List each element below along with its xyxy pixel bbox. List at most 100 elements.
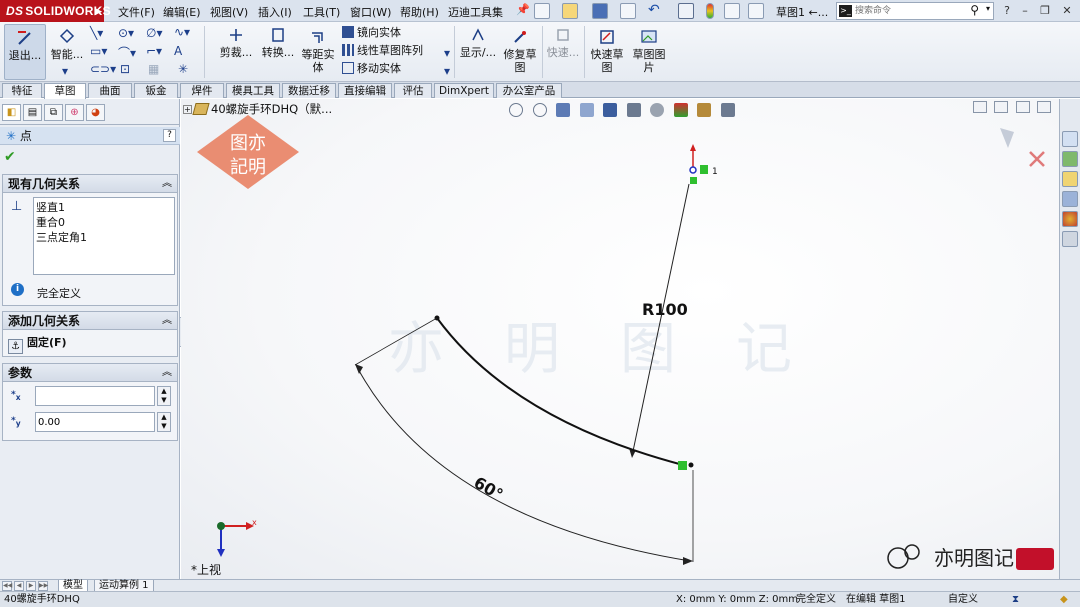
select-cursor-icon[interactable] <box>678 3 694 19</box>
print-icon[interactable] <box>620 3 636 19</box>
display-manager-tab-icon[interactable]: ◕ <box>86 104 105 121</box>
curve-tool-icon[interactable]: ∿▾ <box>174 25 190 39</box>
search-commands-box[interactable]: >_ ⚲ ▾ <box>836 2 994 20</box>
file-properties-icon[interactable] <box>724 3 740 19</box>
menu-file[interactable]: 文件(F) <box>118 4 155 20</box>
feature-tree-tab-icon[interactable]: ◧ <box>2 104 21 121</box>
tab-surfaces[interactable]: 曲面 <box>88 83 132 98</box>
pin-icon[interactable]: 📌 <box>516 3 530 16</box>
tab-sheet-metal[interactable]: 钣金 <box>134 83 178 98</box>
confirmation-corner[interactable] <box>1000 128 1045 167</box>
exit-sketch-button[interactable]: 退出... <box>4 24 46 80</box>
minimize-button[interactable]: – <box>1016 3 1034 18</box>
repair-sketch-button[interactable]: 修复草 图 <box>502 28 538 74</box>
search-input[interactable] <box>855 4 967 18</box>
search-icon[interactable]: ⚲ <box>970 3 979 17</box>
open-folder-icon[interactable] <box>562 3 578 19</box>
tab-mold-tools[interactable]: 模具工具 <box>226 83 280 98</box>
status-rebuild-icon[interactable]: ⧗ <box>1012 592 1019 607</box>
graphics-area[interactable]: 图亦 記明 +40螺旋手环DHQ（默... 亦明图记 1 R100 60° x … <box>181 99 1059 579</box>
file-explorer-icon[interactable] <box>1062 171 1078 187</box>
tab-direct-editing[interactable]: 直接编辑 <box>338 83 392 98</box>
solidworks-resources-icon[interactable] <box>1062 131 1078 147</box>
undo-icon[interactable]: ↶ <box>648 3 664 19</box>
tab-features[interactable]: 特征 <box>2 83 42 98</box>
configuration-manager-tab-icon[interactable]: ⧉ <box>44 104 63 121</box>
tab-evaluate[interactable]: 评估 <box>394 83 432 98</box>
restore-button[interactable]: ❐ <box>1036 3 1054 18</box>
custom-properties-icon[interactable] <box>1062 231 1078 247</box>
menu-window[interactable]: 窗口(W) <box>350 4 391 20</box>
angle-dimension-label[interactable]: 60° <box>471 473 507 505</box>
new-document-icon[interactable] <box>534 3 550 19</box>
dropdown-arrow-icon[interactable]: ▾ <box>62 64 68 78</box>
pattern-dropdown-icon[interactable]: ▾ <box>444 46 450 60</box>
property-manager-tab-icon[interactable]: ▤ <box>23 104 42 121</box>
y-coordinate-input[interactable] <box>35 412 155 432</box>
tab-data-migration[interactable]: 数据迁移 <box>282 83 336 98</box>
ok-check-icon[interactable]: ✔ <box>4 149 16 165</box>
point-tool-icon[interactable]: ⊡ <box>120 62 130 76</box>
offset-entities-button[interactable]: 等距实 体 <box>300 28 336 74</box>
text-tool-icon[interactable]: A <box>174 44 182 58</box>
prev-tab-arrow-icon[interactable]: ◀ <box>14 581 24 591</box>
move-dropdown-icon[interactable]: ▾ <box>444 64 450 78</box>
options-gear-icon[interactable] <box>748 3 764 19</box>
trim-entities-button[interactable]: 剪裁... <box>214 26 258 59</box>
fix-relation-button[interactable]: ⚓ 固定(F) <box>8 334 67 354</box>
relations-list[interactable]: 竖直1 重合0 三点定角1 <box>33 197 175 275</box>
tab-sketch[interactable]: 草图 <box>44 83 86 99</box>
help-icon[interactable]: ? <box>163 129 176 142</box>
status-help-icon[interactable]: ◆ <box>1060 592 1068 607</box>
slot-tool-icon[interactable]: ⊂⊃▾ <box>90 62 116 76</box>
sketch-picture-button[interactable]: 草图图 片 <box>630 28 668 74</box>
linear-pattern-button[interactable]: 线性草图阵列 <box>342 44 423 58</box>
menu-insert[interactable]: 插入(I) <box>258 4 292 20</box>
arc-end-point[interactable] <box>688 462 694 468</box>
search-dropdown-icon[interactable]: ▾ <box>986 4 990 13</box>
tab-office-products[interactable]: 办公室产品 <box>496 83 562 98</box>
top-point[interactable] <box>689 166 697 174</box>
convert-entities-button[interactable]: 转换... <box>258 26 298 59</box>
menu-help[interactable]: 帮助(H) <box>400 4 439 20</box>
appearances-icon[interactable] <box>1062 211 1078 227</box>
last-tab-arrow-icon[interactable]: ▶▶ <box>38 581 48 591</box>
plane-tool-icon[interactable]: ▦ <box>148 62 159 76</box>
menu-edit[interactable]: 编辑(E) <box>163 4 201 20</box>
menu-maidi-tools[interactable]: 迈迪工具集 <box>448 4 503 20</box>
dimxpert-tab-icon[interactable]: ⊕ <box>65 104 84 121</box>
x-coordinate-input[interactable] <box>35 386 155 406</box>
arc-tool-icon[interactable]: ⌒▾ <box>118 44 136 61</box>
centerpoint-icon[interactable]: ✳ <box>178 62 188 76</box>
save-icon[interactable] <box>592 3 608 19</box>
solidworks-logo[interactable]: DS SOLIDWORKS ▶ <box>0 0 111 22</box>
spline-tool-icon[interactable]: ∅▾ <box>146 26 162 40</box>
circle-tool-icon[interactable]: ⊙▾ <box>118 26 134 40</box>
display-delete-relations-button[interactable]: 显示/... <box>458 26 498 59</box>
smart-dimension-button[interactable]: 智能... <box>50 28 84 61</box>
list-item[interactable]: 竖直1 <box>36 200 172 215</box>
help-question-icon[interactable]: ? <box>998 3 1016 18</box>
first-tab-arrow-icon[interactable]: ◀◀ <box>2 581 12 591</box>
line-tool-icon[interactable]: ╲▾ <box>90 26 103 40</box>
radius-dimension-label[interactable]: R100 <box>642 300 688 319</box>
design-library-icon[interactable] <box>1062 151 1078 167</box>
mirror-entities-button[interactable]: 镜向实体 <box>342 26 401 40</box>
existing-relations-header[interactable]: 现有几何关系 ︽ <box>3 175 177 193</box>
quick-snaps-button[interactable]: 快速... <box>544 26 582 59</box>
menu-tools[interactable]: 工具(T) <box>303 4 340 20</box>
collapse-icon[interactable]: ︽ <box>162 364 172 382</box>
fillet-tool-icon[interactable]: ⌐▾ <box>146 44 162 58</box>
collapse-icon[interactable]: ︽ <box>162 175 172 193</box>
move-entities-button[interactable]: 移动实体 <box>342 62 401 76</box>
rectangle-tool-icon[interactable]: ▭▾ <box>90 44 107 58</box>
list-item[interactable]: 三点定角1 <box>36 230 172 245</box>
list-item[interactable]: 重合0 <box>36 215 172 230</box>
close-button[interactable]: ✕ <box>1058 3 1076 18</box>
next-tab-arrow-icon[interactable]: ▶ <box>26 581 36 591</box>
add-relations-header[interactable]: 添加几何关系 ︽ <box>3 312 177 330</box>
tab-dimxpert[interactable]: DimXpert <box>434 83 494 98</box>
collapse-icon[interactable]: ︽ <box>162 312 172 330</box>
status-units[interactable]: 自定义 <box>948 592 978 607</box>
rapid-sketch-button[interactable]: 快速草 图 <box>588 28 626 74</box>
